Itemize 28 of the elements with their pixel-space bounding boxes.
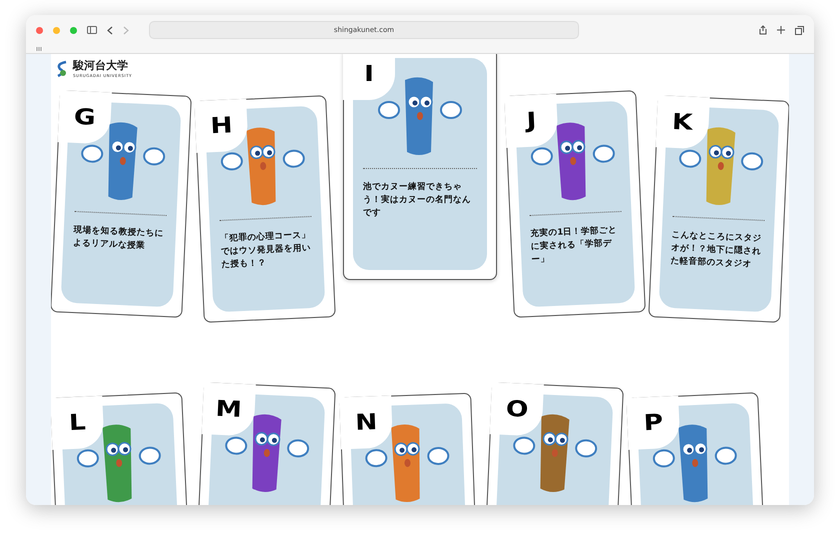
card-caption: 池でカヌー練習できちゃう！実はカヌーの名門なんです xyxy=(363,181,472,220)
letter-card[interactable]: K こんなところにスタジオが！？地下に隠された軽音部のスタジオ xyxy=(648,95,789,323)
card-caption: 充実の1日！学部ごとに実される「学部デー」 xyxy=(530,224,618,266)
share-icon[interactable] xyxy=(759,25,767,35)
card-letter: N xyxy=(354,410,378,436)
grid-icon[interactable] xyxy=(36,47,43,51)
card-letter: M xyxy=(215,396,242,422)
letter-card[interactable]: H 「犯罪の心理コース」ではウソ発見器を用いた授も！？ xyxy=(194,95,336,323)
card-caption: 「犯罪の心理コース」ではウソ発見器を用いた授も！？ xyxy=(220,229,312,272)
sidebar-icon[interactable] xyxy=(87,26,97,34)
card-letter: H xyxy=(210,112,233,139)
card-caption: 現場を知る教授たちによるリアルな授業 xyxy=(72,224,165,253)
card-caption: こんなところにスタジオが！？地下に隠された軽音部のスタジオ xyxy=(670,228,763,271)
card-letter: P xyxy=(643,410,664,436)
card-letter: O xyxy=(504,396,528,422)
letter-card[interactable]: J 充実の1日！学部ごとに実される「学部デー」 xyxy=(504,90,646,318)
plus-icon[interactable] xyxy=(777,26,785,34)
back-icon[interactable] xyxy=(107,26,113,34)
card-letter: L xyxy=(68,410,86,436)
card-letter: K xyxy=(672,109,694,136)
letter-card[interactable]: G 現場を知る教授たちによるリアルな授業 xyxy=(51,90,192,318)
logo-name: 駿河台大学 xyxy=(73,60,129,73)
tabs-icon[interactable] xyxy=(795,26,804,34)
letter-card[interactable]: I 池でカヌー練習できちゃう！実はカヌーの名門なんです xyxy=(343,54,497,280)
card-letter: G xyxy=(73,104,96,130)
card-letter: I xyxy=(364,62,374,86)
card-letter: J xyxy=(526,108,537,134)
close-button[interactable] xyxy=(36,26,43,34)
